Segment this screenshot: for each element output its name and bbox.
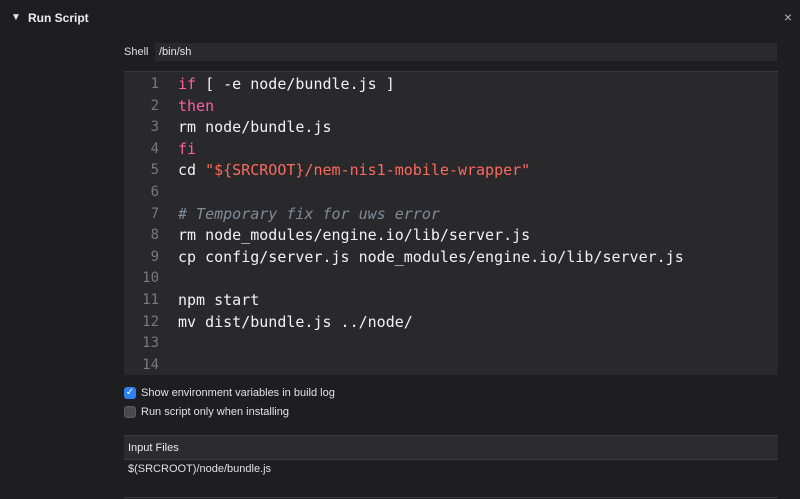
line-number: 10: [142, 270, 159, 287]
keyword-token: fi: [178, 139, 197, 158]
line-number: 13: [142, 335, 159, 352]
string-token: "${SRCROOT}/nem-nis1-mobile-wrapper": [205, 161, 531, 180]
line-code[interactable]: # Temporary fix for uws error: [178, 203, 440, 225]
code-token: rm node_modules/engine.io/lib/server.js: [178, 226, 531, 245]
line-number: 8: [150, 227, 159, 244]
line-number: 5: [150, 162, 159, 179]
line-code[interactable]: then: [178, 95, 214, 117]
input-files-table: Input Files $(SRCROOT)/node/bundle.js: [124, 435, 778, 478]
install-only-checkbox[interactable]: [124, 406, 136, 418]
code-line[interactable]: 4 fi: [124, 138, 778, 160]
code-token: cd: [178, 161, 206, 180]
shell-label: Shell: [124, 46, 149, 58]
code-line[interactable]: 9 cp config/server.js node_modules/engine…: [124, 246, 778, 268]
install-only-row[interactable]: Run script only when installing: [124, 404, 289, 420]
install-only-label[interactable]: Run script only when installing: [141, 405, 289, 419]
show-env-label[interactable]: Show environment variables in build log: [141, 386, 335, 400]
keyword-token: then: [178, 96, 215, 115]
code-token: cp config/server.js node_modules/engine.…: [178, 247, 684, 266]
comment-token: # Temporary fix for uws error: [178, 204, 440, 223]
line-number: 9: [150, 248, 159, 265]
line-number: 6: [150, 184, 159, 200]
code-line[interactable]: 6: [124, 181, 778, 203]
line-code[interactable]: rm node_modules/engine.io/lib/server.js: [178, 224, 530, 246]
line-code[interactable]: if [ -e node/bundle.js ]: [178, 73, 395, 95]
disclosure-triangle-icon[interactable]: ▼: [11, 11, 21, 25]
line-number: 1: [150, 76, 159, 92]
line-number: 12: [142, 313, 159, 330]
line-code[interactable]: npm start: [178, 289, 259, 311]
code-line[interactable]: 7 # Temporary fix for uws error: [124, 203, 778, 225]
code-line[interactable]: 8 rm node_modules/engine.io/lib/server.js: [124, 224, 778, 246]
line-code[interactable]: cd "${SRCROOT}/nem-nis1-mobile-wrapper": [178, 159, 530, 181]
line-code[interactable]: mv dist/bundle.js ../node/: [178, 311, 413, 333]
line-number: 2: [150, 97, 159, 114]
keyword-token: if: [178, 75, 197, 93]
code-line[interactable]: 11 npm start: [124, 289, 778, 311]
line-number: 3: [150, 119, 159, 136]
show-env-checkbox[interactable]: ✓: [124, 387, 136, 399]
code-line[interactable]: 5 cd "${SRCROOT}/nem-nis1-mobile-wrapper": [124, 159, 778, 181]
run-script-phase: ▼ Run Script × Shell /bin/sh 1 if [ -e no…: [0, 0, 800, 499]
line-number: 14: [142, 356, 159, 373]
code-line[interactable]: 1 if [ -e node/bundle.js ]: [124, 73, 778, 95]
shell-field[interactable]: /bin/sh: [155, 43, 777, 61]
code-token: mv dist/bundle.js ../node/: [178, 312, 413, 331]
code-token: rm node/bundle.js: [178, 118, 332, 137]
line-code[interactable]: cp config/server.js node_modules/engine.…: [178, 246, 684, 268]
divider: [124, 497, 778, 498]
script-editor[interactable]: 1 if [ -e node/bundle.js ] 2 then 3 rm node/b…: [124, 71, 778, 375]
line-number: 7: [150, 205, 159, 222]
code-line[interactable]: 2 then: [124, 95, 778, 117]
line-code[interactable]: rm node/bundle.js: [178, 116, 332, 138]
code-line[interactable]: 12 mv dist/bundle.js ../node/: [124, 311, 778, 333]
code-line[interactable]: 14: [124, 354, 778, 375]
show-env-row[interactable]: ✓ Show environment variables in build lo…: [124, 385, 335, 401]
input-files-header: Input Files: [124, 436, 778, 460]
line-code[interactable]: fi: [178, 138, 196, 160]
code-line[interactable]: 13: [124, 332, 778, 354]
code-token: [ -e node/bundle.js ]: [196, 75, 395, 93]
phase-title: Run Script: [28, 11, 89, 25]
code-line[interactable]: 3 rm node/bundle.js: [124, 116, 778, 138]
input-file-item[interactable]: $(SRCROOT)/node/bundle.js: [128, 462, 271, 476]
close-icon[interactable]: ×: [784, 9, 792, 25]
phase-header: ▼ Run Script ×: [0, 0, 800, 36]
code-token: npm start: [178, 291, 260, 309]
line-number: 11: [142, 292, 159, 308]
code-line[interactable]: 10: [124, 267, 778, 289]
line-number: 4: [150, 140, 159, 157]
input-files-title: Input Files: [128, 442, 179, 454]
